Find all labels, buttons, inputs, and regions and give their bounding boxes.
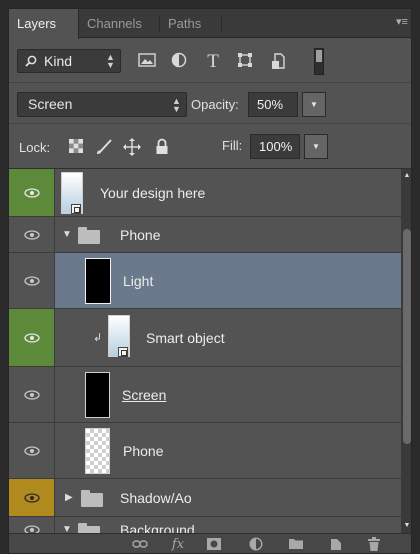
eye-icon <box>24 525 40 533</box>
new-group-folder-icon[interactable] <box>287 537 305 553</box>
eye-icon <box>24 230 40 240</box>
adjustment-layer-icon[interactable] <box>247 537 265 553</box>
tab-channels[interactable]: Channels <box>79 9 159 38</box>
group-collapsed-arrow-icon[interactable]: ▶ <box>65 492 73 503</box>
visibility-toggle[interactable] <box>9 309 55 366</box>
visibility-toggle[interactable] <box>9 517 55 533</box>
clipping-mask-arrow-icon: ↲ <box>93 332 103 344</box>
fill-input[interactable]: 100% <box>250 134 300 159</box>
eye-icon <box>24 493 40 503</box>
blend-row: Screen ▲ ▼ Opacity: 50% ▼ <box>9 84 411 124</box>
layer-name: Background <box>120 522 195 533</box>
lock-image-pixels-icon[interactable] <box>95 138 113 156</box>
image-filter-icon[interactable] <box>137 52 157 72</box>
visibility-toggle[interactable] <box>9 423 55 478</box>
lock-position-icon[interactable] <box>123 138 141 156</box>
scroll-down-arrow-icon[interactable]: ▼ <box>401 519 411 533</box>
search-icon <box>25 55 37 67</box>
layer-name: Light <box>123 273 154 289</box>
eye-icon <box>24 276 40 286</box>
layer-row-selected[interactable]: Light <box>9 253 401 309</box>
layer-row[interactable]: Phone <box>9 423 401 479</box>
opacity-label: Opacity: <box>191 97 239 112</box>
layer-name: Screen <box>122 387 167 403</box>
layer-thumbnail <box>85 428 110 474</box>
filter-row: Kind ▲ ▼ T <box>9 39 411 83</box>
layer-name: Phone <box>120 227 161 243</box>
scroll-thumb[interactable] <box>403 229 411 444</box>
visibility-toggle[interactable] <box>9 479 55 516</box>
visibility-toggle[interactable] <box>9 253 55 308</box>
filter-kind-label: Kind <box>44 53 73 69</box>
updown-arrows-icon: ▲ ▼ <box>172 96 181 114</box>
smart-object-badge-icon <box>118 347 128 357</box>
group-expanded-arrow-icon[interactable]: ▼ <box>62 229 72 240</box>
shape-filter-icon[interactable] <box>235 52 255 72</box>
layer-row[interactable]: Your design here <box>9 169 401 217</box>
adjustment-filter-icon[interactable] <box>169 52 189 72</box>
tab-separator <box>221 16 222 32</box>
eye-icon <box>24 390 40 400</box>
smart-object-badge-icon <box>71 204 81 214</box>
fill-dropdown-button[interactable]: ▼ <box>304 134 328 159</box>
add-mask-icon[interactable] <box>205 537 223 553</box>
lock-all-icon[interactable] <box>153 138 171 156</box>
eye-icon <box>24 446 40 456</box>
smart-object-filter-icon[interactable] <box>269 52 289 72</box>
layer-name: Your design here <box>100 185 206 201</box>
updown-arrows-icon: ▲ ▼ <box>106 52 115 70</box>
folder-icon <box>78 227 100 244</box>
layer-row[interactable]: Screen <box>9 367 401 423</box>
layer-row[interactable]: ↲ Smart object <box>9 309 401 367</box>
layers-list: Your design here ▼ Phone Light ↲ Smart o… <box>9 169 401 533</box>
visibility-toggle[interactable] <box>9 217 55 252</box>
fill-label: Fill: <box>222 138 243 153</box>
visibility-toggle[interactable] <box>9 367 55 422</box>
group-expanded-arrow-icon[interactable]: ▼ <box>62 524 72 533</box>
scroll-up-arrow-icon[interactable]: ▲ <box>401 169 411 183</box>
eye-icon <box>24 188 40 198</box>
new-layer-icon[interactable] <box>327 537 345 553</box>
layer-name: Shadow/Ao <box>120 490 192 506</box>
layers-bottom-toolbar: fx <box>9 533 411 553</box>
lock-row: Lock: Fill: 100% ▼ <box>9 125 411 169</box>
folder-icon <box>81 490 103 507</box>
layer-name: Phone <box>123 443 164 459</box>
type-filter-icon[interactable]: T <box>203 52 223 72</box>
layers-panel: Layers Channels Paths ▾≡ Kind ▲ ▼ T Scre… <box>8 8 412 554</box>
visibility-toggle[interactable] <box>9 169 55 216</box>
filter-toggle-switch[interactable] <box>314 48 324 75</box>
blend-mode-value: Screen <box>28 96 73 112</box>
panel-tab-bar: Layers Channels Paths ▾≡ <box>9 9 411 39</box>
eye-icon <box>24 333 40 343</box>
opacity-input[interactable]: 50% <box>248 92 298 117</box>
delete-layer-trash-icon[interactable] <box>365 537 383 553</box>
lock-label: Lock: <box>19 140 51 155</box>
tab-paths[interactable]: Paths <box>160 9 220 38</box>
layer-name: Smart object <box>146 330 225 346</box>
folder-icon <box>78 523 100 533</box>
panel-menu-icon[interactable]: ▾≡ <box>395 15 409 29</box>
layer-thumbnail <box>85 372 110 418</box>
opacity-dropdown-button[interactable]: ▼ <box>302 92 326 117</box>
filter-kind-select[interactable]: Kind ▲ ▼ <box>17 49 121 73</box>
layer-group-row[interactable]: ▼ Phone <box>9 217 401 253</box>
layers-scrollbar[interactable]: ▲ ▼ <box>401 169 411 533</box>
blend-mode-select[interactable]: Screen ▲ ▼ <box>17 92 187 117</box>
layer-thumbnail <box>85 258 111 304</box>
layer-group-row[interactable]: ▼ Background <box>9 517 401 533</box>
layer-group-row[interactable]: ▶ Shadow/Ao <box>9 479 401 517</box>
link-layers-icon[interactable] <box>131 537 149 553</box>
lock-transparent-pixels-icon[interactable] <box>67 138 85 156</box>
layer-styles-fx-icon[interactable]: fx <box>169 537 187 553</box>
tab-layers[interactable]: Layers <box>9 9 79 39</box>
